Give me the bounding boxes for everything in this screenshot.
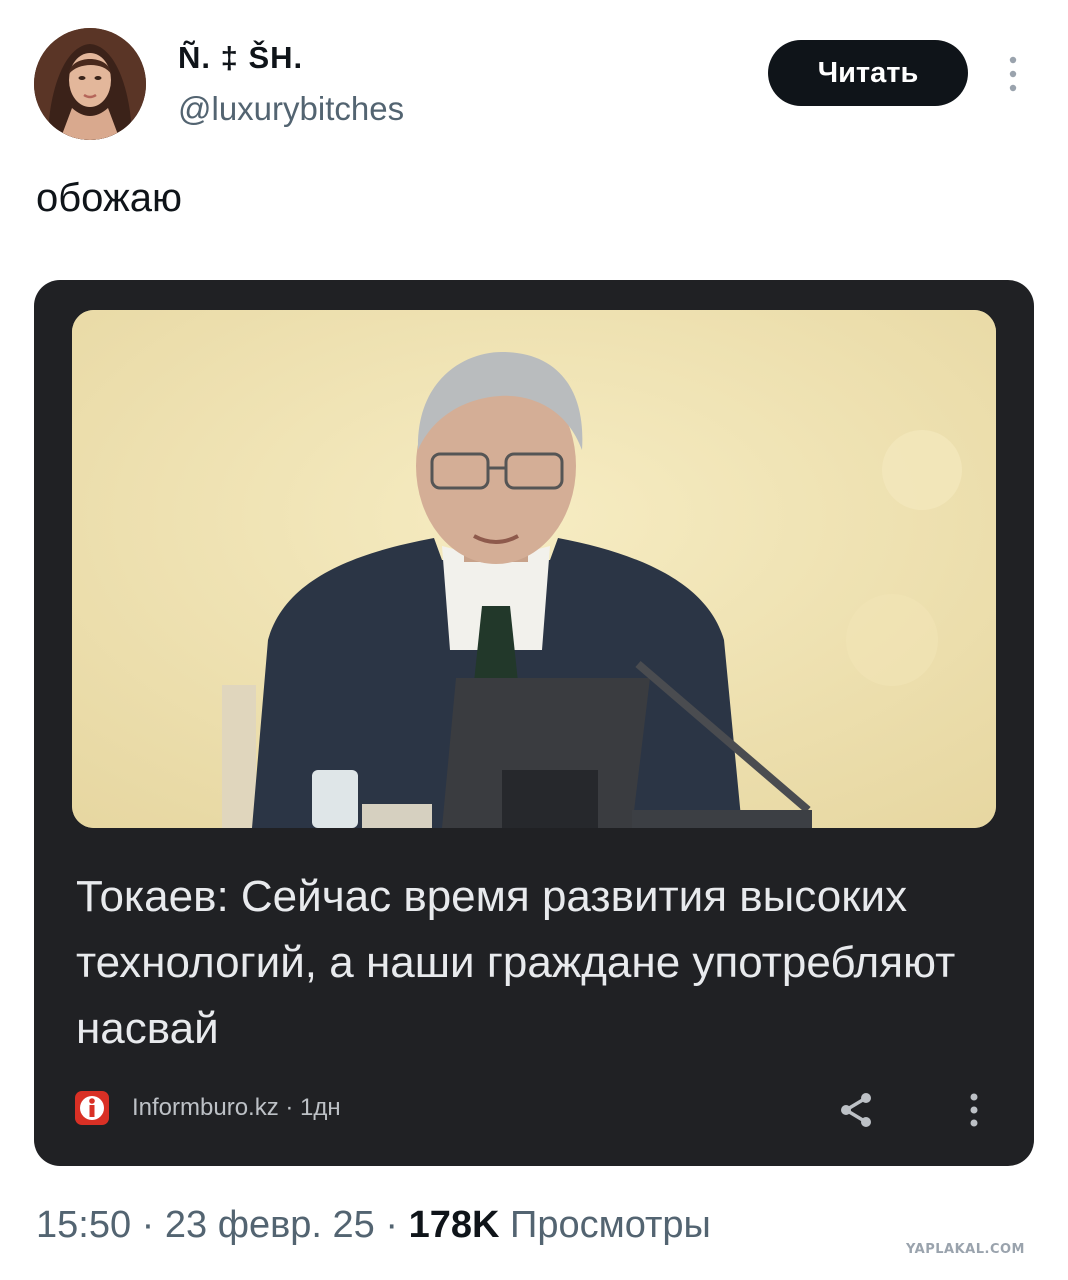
informburo-logo-icon [75,1091,109,1125]
news-photo [72,310,996,828]
vertical-ellipsis-icon[interactable] [1000,52,1026,96]
tweet-time[interactable]: 15:50 [36,1204,131,1246]
vertical-ellipsis-icon[interactable] [964,1090,984,1130]
news-source[interactable]: Informburo.kz · 1дн [132,1094,341,1122]
user-handle[interactable]: @luxurybitches [178,90,404,128]
display-name[interactable]: Ñ. ‡ ŠH. [178,40,303,76]
views-count: 178K [408,1204,500,1246]
share-icon[interactable] [836,1090,876,1130]
tweet-text: обожаю [36,176,182,220]
news-headline[interactable]: Токаев: Сейчас время развития высоких те… [76,864,976,1062]
tweet-meta: 15:50 · 23 февр. 25 · 178K Просмотры [36,1204,711,1247]
follow-button[interactable]: Читать [768,40,968,106]
meta-separator: · [385,1204,399,1246]
tweet-date[interactable]: 23 февр. 25 [165,1204,375,1246]
meta-separator: · [141,1204,155,1246]
news-card[interactable]: Токаев: Сейчас время развития высоких те… [34,280,1034,1166]
views-label: Просмотры [510,1204,711,1246]
watermark: YAPLAKAL.COM [906,1242,1025,1257]
avatar[interactable] [34,28,146,140]
user-avatar-photo [34,28,146,140]
